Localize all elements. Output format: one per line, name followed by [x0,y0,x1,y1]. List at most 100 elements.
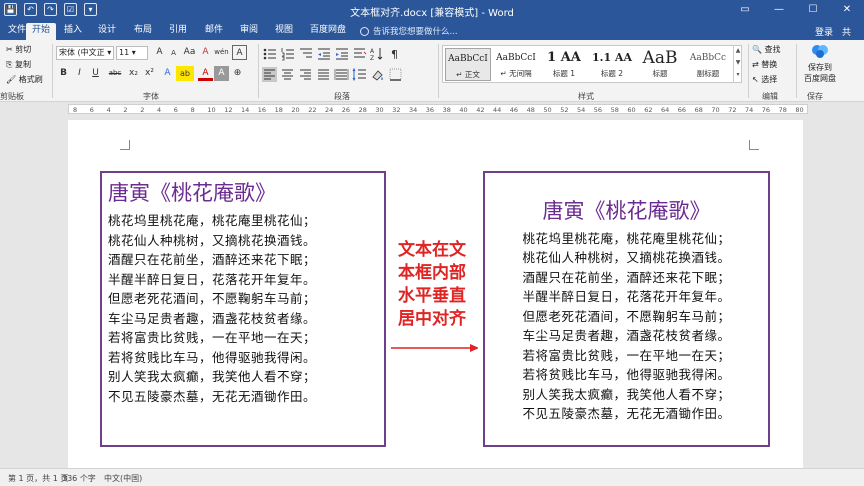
sort-icon[interactable]: AZ [370,46,385,61]
login-link[interactable]: 登录 [815,25,833,38]
find-button[interactable]: 🔍 查找 [752,44,781,55]
tab-insert[interactable]: 插入 [58,23,88,40]
grow-font-icon[interactable]: A [152,45,167,60]
italic-button[interactable]: I [72,66,87,81]
style-normal[interactable]: AaBbCcI ↵ 正文 [445,48,491,81]
note-line: 本框内部 [398,263,466,283]
distributed-icon[interactable] [334,67,349,82]
poem-body: 桃花坞里桃花庵，桃花庵里桃花仙； 桃花仙人种桃树，又摘桃花换酒钱。 酒醒只在花前坐，… [108,211,316,406]
align-right-icon[interactable] [298,67,313,82]
replace-icon: ⇄ [752,60,759,69]
save-line2: 百度网盘 [804,74,836,83]
document-page[interactable]: 唐寅《桃花庵歌》 桃花坞里桃花庵，桃花庵里桃花仙； 桃花仙人种桃树，又摘桃花换酒钱… [68,120,803,468]
style-no-spacing[interactable]: AaBbCcI ↵ 无间隔 [493,48,539,81]
decrease-indent-icon[interactable] [316,46,331,61]
style-sample: AaB [642,48,678,68]
ribbon-separator [438,44,439,98]
maximize-button[interactable]: ☐ [796,0,830,20]
styles-scroll[interactable]: ▲ ▼ ▾ [733,45,742,83]
ribbon-separator [52,44,53,98]
select-button[interactable]: ↖ 选择 [752,74,777,85]
textbox-left[interactable]: 唐寅《桃花庵歌》 桃花坞里桃花庵，桃花庵里桃花仙； 桃花仙人种桃树，又摘桃花换酒钱… [100,171,386,447]
style-name: ↵ 正文 [456,70,480,79]
textbox-right[interactable]: 唐寅《桃花庵歌》 桃花坞里桃花庵，桃花庵里桃花仙； 桃花仙人种桃树，又摘桃花换酒钱… [483,171,770,447]
poem-line: 酒醒只在花前坐，酒醉还来花下眠； [522,269,731,285]
line-spacing-icon[interactable] [352,67,367,82]
save-to-netdisk-button[interactable]: 保存到 百度网盘 [800,43,840,84]
bullets-icon[interactable] [262,46,277,61]
note-line: 居中对齐 [398,309,466,329]
replace-button[interactable]: ⇄ 替换 [752,59,777,70]
ribbon: ✂ 剪切 ⎘ 复制 🖌 格式刷 剪贴板 宋体 (中文正 ▾ 11 ▾ A A A… [0,40,864,102]
style-title[interactable]: AaB 标题 [637,48,683,81]
textbox-left-content: 唐寅《桃花庵歌》 桃花坞里桃花庵，桃花庵里桃花仙； 桃花仙人种桃树，又摘桃花换酒钱… [108,177,316,406]
save-group-label: 保存 [807,92,823,101]
minimize-button[interactable]: — [762,0,796,20]
chinese-layout-icon[interactable] [352,46,367,61]
increase-indent-icon[interactable] [334,46,349,61]
bold-button[interactable]: B [56,66,71,81]
enclose-char-icon[interactable]: ⊕ [230,66,245,81]
justify-icon[interactable] [316,67,331,82]
ruler-number: 14 [241,106,250,114]
style-heading-1[interactable]: 1 AA 标题 1 [541,48,587,81]
style-subtitle[interactable]: AaBbCc 副标题 [685,48,731,81]
font-group-label: 字体 [143,92,159,101]
font-size-select[interactable]: 11 ▾ [116,46,148,60]
phonetic-guide-icon[interactable]: wén [214,45,229,60]
note-line: 水平垂直 [398,286,466,306]
shrink-font-icon[interactable]: A [166,46,181,61]
word-count[interactable]: 336 个字 [62,473,96,484]
editing-group-label: 编辑 [762,92,778,101]
align-left-icon[interactable] [262,67,277,82]
tab-home[interactable]: 开始 [26,23,57,40]
ribbon-display-icon[interactable]: ▭ [728,0,762,20]
ruler-number: 34 [409,106,418,114]
char-border-icon[interactable]: A [232,45,247,60]
tab-design[interactable]: 设计 [92,23,122,40]
font-color-icon[interactable]: A [198,66,213,81]
numbering-icon[interactable] [280,46,295,61]
copy-button[interactable]: ⎘ 复制 [6,59,31,70]
align-center-icon[interactable] [280,67,295,82]
share-button[interactable]: 共 [842,25,851,38]
multilevel-list-icon[interactable] [298,46,313,61]
styles-group-label: 样式 [578,92,594,101]
change-case-icon[interactable]: Aa [182,45,197,60]
borders-icon[interactable] [388,67,403,82]
style-name: 副标题 [696,69,720,78]
superscript-button[interactable]: x² [142,66,157,81]
tab-review[interactable]: 审阅 [234,23,264,40]
ruler-track[interactable]: 8 6 4 2 2 4 6 8 10 12 14 16 18 20 22 24 26 28 30 32 34 36 38 40… [68,104,808,114]
ruler-number: 44 [493,106,502,114]
language-indicator[interactable]: 中文(中国) [104,473,142,484]
style-heading-2[interactable]: 1.1 AA 标题 2 [589,48,635,81]
tab-mailings[interactable]: 邮件 [199,23,229,40]
highlight-icon[interactable]: ab [176,66,194,81]
underline-button[interactable]: U [88,66,103,81]
close-button[interactable]: ✕ [830,0,864,20]
tab-view[interactable]: 视图 [269,23,299,40]
font-name-select[interactable]: 宋体 (中文正 ▾ [56,46,114,60]
show-marks-icon[interactable]: ¶ [388,46,403,61]
format-painter-button[interactable]: 🖌 格式刷 [6,74,43,85]
tab-baidu-netdisk[interactable]: 百度网盘 [304,23,352,40]
tab-layout[interactable]: 布局 [128,23,158,40]
ruler-number: 2 [123,106,128,114]
clear-format-icon[interactable]: A [198,45,213,60]
shading-icon[interactable] [370,67,385,82]
text-effects-icon[interactable]: A [160,66,175,81]
poem-line: 桃花仙人种桃树，又摘桃花换酒钱。 [108,232,317,248]
ruler-number: 28 [358,106,367,114]
subscript-button[interactable]: x₂ [126,66,141,81]
char-shading-icon[interactable]: A [214,66,229,81]
ruler-number: 74 [745,106,754,114]
arrow-icon [391,344,478,352]
page-count[interactable]: 第 1 页，共 1 页 [8,473,68,484]
strikethrough-button[interactable]: abc [106,66,124,81]
tell-me-box[interactable]: 告诉我您想要做什么... [360,25,458,37]
poem-line: 车尘马足贵者趣，酒盏花枝贫者缘。 [522,328,731,343]
cut-button[interactable]: ✂ 剪切 [6,44,31,55]
tab-references[interactable]: 引用 [163,23,193,40]
style-name: 标题 [652,69,668,78]
